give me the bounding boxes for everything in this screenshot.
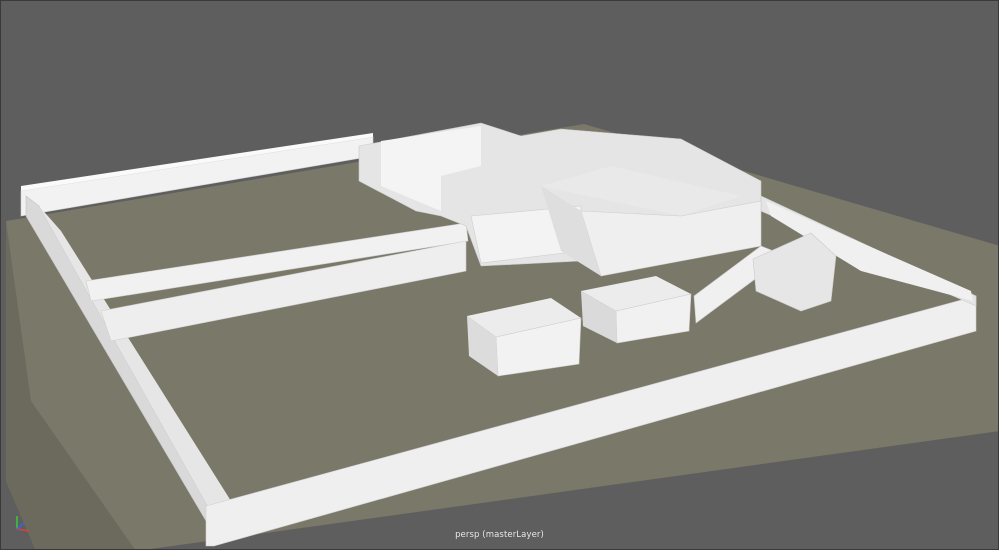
persp-viewport[interactable]: persp (masterLayer) [0, 0, 999, 550]
camera-label: persp (masterLayer) [455, 530, 544, 540]
axis-gizmo-icon [16, 516, 30, 532]
scene-render[interactable] [1, 1, 999, 550]
